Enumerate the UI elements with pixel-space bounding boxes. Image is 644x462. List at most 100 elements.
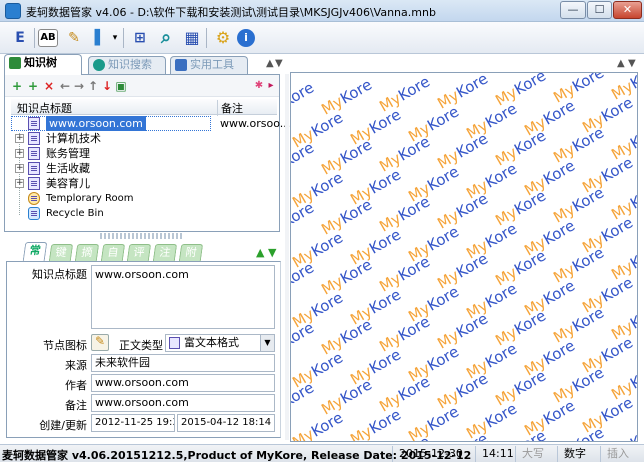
tab-review[interactable]: 评 <box>126 244 152 261</box>
tab-custom[interactable]: 自 <box>100 244 126 261</box>
tree-icon[interactable]: ⊞ <box>128 26 152 50</box>
watermark-part-kore: Kore <box>453 249 491 282</box>
tab-knowledge-search[interactable]: 知识搜索 <box>88 56 166 74</box>
watermark-part-kore: Kore <box>424 282 462 315</box>
tab-label: 知识搜索 <box>108 58 152 71</box>
delete-icon[interactable]: × <box>43 79 55 93</box>
chevron-down-icon[interactable]: ▼ <box>260 335 274 351</box>
watermark-part-kore: Kore <box>482 339 520 372</box>
arrow-right-icon[interactable]: → <box>73 79 85 93</box>
new-icon[interactable]: E <box>8 26 32 50</box>
tree-node-orsoon[interactable]: www.orsoon.com www.orsoo... <box>11 116 290 131</box>
toolbar-separator <box>34 28 35 48</box>
watermark-text: MyKore <box>318 195 375 238</box>
tab-notes[interactable]: 注 <box>152 244 178 261</box>
watermark-part-kore: Kore <box>290 78 317 111</box>
star-icon[interactable]: ✱ <box>253 79 265 93</box>
book-icon[interactable]: ▌ <box>88 26 112 50</box>
play-icon[interactable]: ▸ <box>265 79 277 93</box>
tab-utilities[interactable]: 实用工具 <box>170 56 248 74</box>
watermark-text: MyKore <box>318 135 375 178</box>
note-icon[interactable]: ▣ <box>115 79 127 93</box>
arrow-up-icon[interactable]: ▲ <box>617 58 625 69</box>
status-caps: 大写 <box>515 446 544 462</box>
arrow-down-icon[interactable]: ▼ <box>268 246 276 259</box>
column-remark-header[interactable]: 备注 <box>217 100 243 116</box>
font-icon[interactable]: AB <box>38 29 58 47</box>
watermark-text: MyKore <box>492 366 549 409</box>
watermark-part-kore: Kore <box>424 102 462 135</box>
watermark-part-kore: Kore <box>308 168 346 201</box>
watermark-text: MyKore <box>550 303 607 346</box>
watermark-text: MyKore <box>376 372 433 415</box>
property-panel: 知识点标题 www.orsoon.com 节点图标 ✎ 正文类型 富文本格式 ▼… <box>6 261 281 438</box>
watermark-part-kore: Kore <box>395 132 433 165</box>
watermark-text: MyKore <box>376 73 433 116</box>
watermark-text: MyKore <box>291 408 346 441</box>
author-field[interactable]: www.orsoon.com <box>91 374 275 392</box>
arrow-down-icon[interactable]: ▼ <box>628 58 636 69</box>
expand-icon[interactable]: + <box>15 164 24 173</box>
tree-node-label: 生活收藏 <box>46 162 90 175</box>
watermark-part-kore: Kore <box>540 96 578 129</box>
close-button[interactable]: ✕ <box>613 1 642 19</box>
tree-node-remark: www.orsoo... <box>220 117 291 130</box>
watermark-part-kore: Kore <box>366 285 404 318</box>
watermark-text: MyKore <box>550 123 607 166</box>
edit-icon[interactable]: ✎ <box>62 26 86 50</box>
expand-icon[interactable]: + <box>15 134 24 143</box>
info-icon[interactable]: i <box>237 29 255 47</box>
watermark-part-kore: Kore <box>395 192 433 225</box>
watermark-part-kore: Kore <box>395 372 433 405</box>
expand-icon[interactable]: + <box>15 149 24 158</box>
arrow-up-icon[interactable]: ▲ <box>266 58 274 69</box>
maximize-button[interactable]: ☐ <box>587 1 612 19</box>
tab-label: 知识树 <box>24 56 57 69</box>
watermark-part-kore: Kore <box>598 93 636 126</box>
expand-icon[interactable]: + <box>15 179 24 188</box>
move-down-icon[interactable]: ↓ <box>101 79 113 93</box>
column-title-header[interactable]: 知识点标题 <box>17 100 72 116</box>
watermark-text: MyKore <box>318 75 375 118</box>
tab-knowledge-tree[interactable]: 知识树 <box>4 54 82 75</box>
watermark-text: MyKore <box>376 432 433 441</box>
watermark-part-kore: Kore <box>453 189 491 222</box>
chevron-down-icon[interactable]: ▾ <box>110 26 120 50</box>
recycle-bin-icon <box>28 207 40 220</box>
tab-common[interactable]: 常 <box>22 242 48 261</box>
add-child-icon[interactable]: + <box>11 79 23 93</box>
content-editor[interactable]: MyKoreMyKoreMyKoreMyKoreMyKoreMyKoreMyKo… <box>290 72 638 442</box>
title-field[interactable]: www.orsoon.com <box>91 265 275 329</box>
vertical-splitter[interactable] <box>285 74 289 440</box>
table-icon[interactable]: ▦ <box>180 26 204 50</box>
minimize-button[interactable]: — <box>560 1 586 19</box>
watermark-part-kore: Kore <box>482 219 520 252</box>
tools-icon[interactable]: ⚙ <box>211 26 235 50</box>
watermark-part-kore: Kore <box>424 222 462 255</box>
watermark-part-kore: Kore <box>453 72 491 102</box>
tab-excerpt[interactable]: 摘 <box>74 244 100 261</box>
pencil-icon[interactable]: ✎ <box>91 334 109 351</box>
arrow-down-icon[interactable]: ▼ <box>275 58 283 69</box>
body-type-select[interactable]: 富文本格式 ▼ <box>165 334 275 352</box>
node-icon-label: 节点图标 <box>43 339 87 352</box>
tab-keywords[interactable]: 键 <box>48 244 74 261</box>
watermark-text: MyKore <box>608 420 637 441</box>
watermark-part-kore: Kore <box>540 156 578 189</box>
source-field[interactable]: 未来软件园 <box>91 354 275 372</box>
status-insert: 插入 <box>600 446 629 462</box>
add-sibling-icon[interactable]: + <box>27 79 39 93</box>
search-icon[interactable]: ⌕ <box>154 26 178 50</box>
watermark-text: MyKore <box>405 402 462 441</box>
tab-attachments[interactable]: 附 <box>178 244 204 261</box>
watermark-part-kore: Kore <box>366 405 404 438</box>
horizontal-splitter[interactable] <box>100 233 184 239</box>
arrow-left-icon[interactable]: ← <box>59 79 71 93</box>
remark-field[interactable]: www.orsoon.com <box>91 394 275 412</box>
watermark-part-kore: Kore <box>337 375 375 408</box>
watermark-part-kore: Kore <box>482 159 520 192</box>
watermark-text: MyKore <box>318 255 375 298</box>
arrow-up-icon[interactable]: ▲ <box>256 246 264 259</box>
arrow-up-icon[interactable]: ↑ <box>87 79 99 93</box>
watermark-part-kore: Kore <box>337 195 375 228</box>
